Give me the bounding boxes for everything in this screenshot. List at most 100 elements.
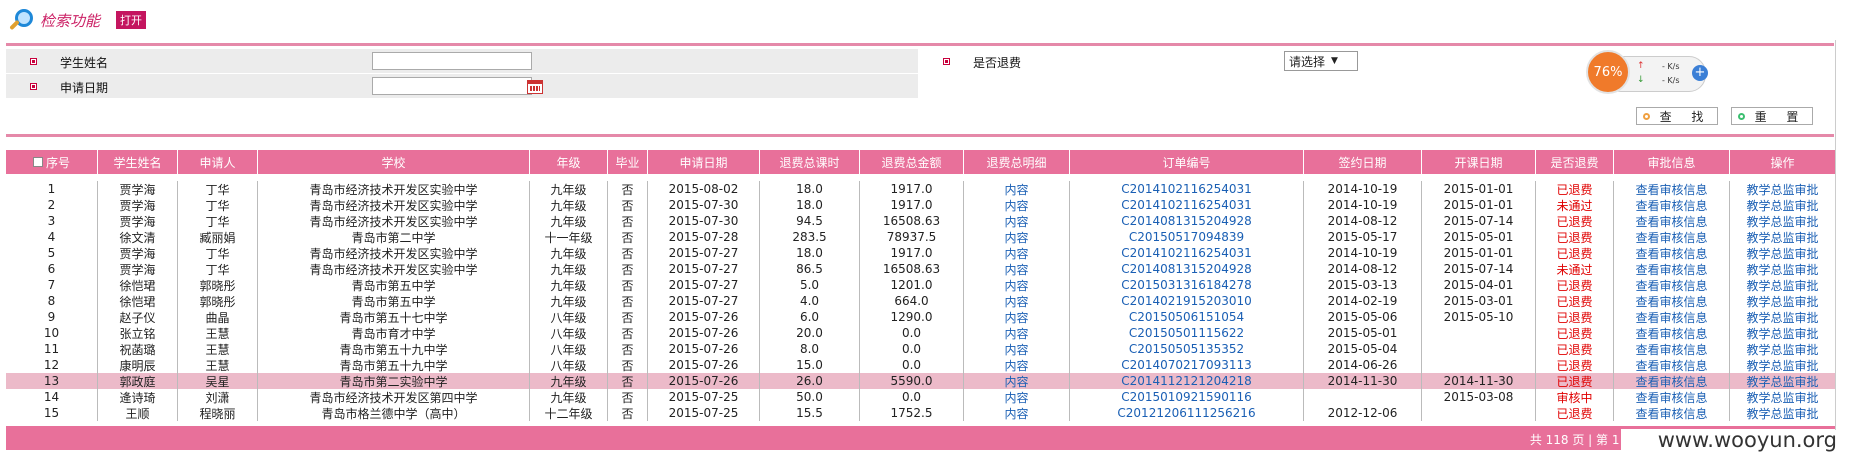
cell-approval-info[interactable]: 查看审核信息: [1614, 341, 1730, 357]
col-header-index[interactable]: 序号: [6, 150, 98, 174]
cell-refund-detail[interactable]: 内容: [964, 341, 1070, 357]
cell-approval-info[interactable]: 查看审核信息: [1614, 181, 1730, 197]
cell-action[interactable]: 教学总监审批: [1730, 197, 1835, 213]
cell-refund-detail[interactable]: 内容: [964, 309, 1070, 325]
cell-order-number[interactable]: C2014112121204218: [1070, 373, 1304, 389]
table-row[interactable]: 4 徐文清 臧丽娟 青岛市第二中学 十一年级否 2015-07-28 283.5 78937.…: [6, 229, 1835, 245]
cell-refund-detail[interactable]: 内容: [964, 373, 1070, 389]
cell-approval-info[interactable]: 查看审核信息: [1614, 197, 1730, 213]
table-row[interactable]: 10 张立铭 王慧 青岛市育才中学 八年级否 2015-07-26 20.0 0.0 内容 C20…: [6, 325, 1835, 341]
table-row[interactable]: 2 贾学海 丁华 青岛市经济技术开发区实验中学 九年级否 2015-07-30 18.0 19…: [6, 197, 1835, 213]
table-row[interactable]: 8 徐恺珺 郭晓彤 青岛市第五中学 九年级否 2015-07-27 4.0 664.0 内容 C2…: [6, 293, 1835, 309]
cell-action[interactable]: 教学总监审批: [1730, 373, 1835, 389]
cell-refund-detail[interactable]: 内容: [964, 181, 1070, 197]
cell-refund-detail[interactable]: 内容: [964, 293, 1070, 309]
cell-action[interactable]: 教学总监审批: [1730, 341, 1835, 357]
refund-select[interactable]: 请选择 ▼: [1284, 51, 1358, 71]
cell-order-number[interactable]: C201501092159011​6: [1070, 389, 1304, 405]
toggle-open-button[interactable]: 打开: [116, 11, 147, 29]
cell-action[interactable]: 教学总监审批: [1730, 309, 1835, 325]
cell-approval-info[interactable]: 查看审核信息: [1614, 245, 1730, 261]
cell-approval-info[interactable]: 查看审核信息: [1614, 357, 1730, 373]
cell-index: 12: [6, 357, 98, 373]
cell-order-number[interactable]: C20150505135352: [1070, 341, 1304, 357]
cell-action[interactable]: 教学总监审批: [1730, 245, 1835, 261]
cell-applicant: 郭晓彤: [178, 293, 258, 309]
cell-order-number[interactable]: C20121206111256216: [1070, 405, 1304, 421]
cell-action[interactable]: 教学总监审批: [1730, 293, 1835, 309]
table-row[interactable]: 5 贾学海 丁华 青岛市经济技术开发区实验中学 九年级否 2015-07-27 18.0 19…: [6, 245, 1835, 261]
cell-refund-detail[interactable]: 内容: [964, 325, 1070, 341]
cell-approval-info[interactable]: 查看审核信息: [1614, 389, 1730, 405]
cell-action[interactable]: 教学总监审批: [1730, 405, 1835, 421]
cell-action[interactable]: 教学总监审批: [1730, 277, 1835, 293]
network-speed-widget[interactable]: 76% ↑ - K/s ↓ - K/s +: [1586, 50, 1712, 94]
cell-approval-info[interactable]: 查看审核信息: [1614, 373, 1730, 389]
right-border: [1835, 40, 1836, 430]
cell-action[interactable]: 教学总监审批: [1730, 261, 1835, 277]
cell-order-number[interactable]: C2014070217093113: [1070, 357, 1304, 373]
cell-order-number[interactable]: C2014102116254031: [1070, 181, 1304, 197]
cell-order-number[interactable]: C2014081315204928: [1070, 213, 1304, 229]
cell-approval-info[interactable]: 查看审核信息: [1614, 293, 1730, 309]
table-header: 序号 学生姓名 申请人 学校 年级 毕业 申请日期 退费总课时 退费总金额 退费总明细 订单编号 签约…: [6, 150, 1835, 174]
cell-start-date: [1422, 405, 1536, 421]
table-row[interactable]: 1 贾学海 丁华 青岛市经济技术开发区实验中学 九年级否 2015-08-02 18.0 19…: [6, 181, 1835, 197]
col-header-label: 退费总课时: [779, 155, 840, 170]
cell-refund-detail[interactable]: 内容: [964, 261, 1070, 277]
table-row[interactable]: 15 王顺 程晓丽 青岛市格兰德中学（高中） 十二年级否 2015-07-25 15.5 17…: [6, 405, 1835, 421]
cell-index: 10: [6, 325, 98, 341]
cell-action[interactable]: 教学总监审批: [1730, 181, 1835, 197]
cell-order-number[interactable]: C20150506151054: [1070, 309, 1304, 325]
cell-action[interactable]: 教学总监审批: [1730, 229, 1835, 245]
cell-approval-info[interactable]: 查看审核信息: [1614, 261, 1730, 277]
cell-order-number[interactable]: C2014102116254031: [1070, 245, 1304, 261]
cell-student-name: 贾学海: [98, 197, 178, 213]
table-row[interactable]: 7 徐恺珺 郭晓彤 青岛市第五中学 九年级否 2015-07-27 5.0 1201.0 内容 C…: [6, 277, 1835, 293]
cell-action[interactable]: 教学总监审批: [1730, 325, 1835, 341]
calendar-icon[interactable]: [527, 80, 543, 94]
cell-approval-info[interactable]: 查看审核信息: [1614, 213, 1730, 229]
table-row[interactable]: 11 祝菡璐 王慧 青岛市第五十九中学 八年级否 2015-07-26 8.0 0.0 内容 C2…: [6, 341, 1835, 357]
cell-refund-detail[interactable]: 内容: [964, 277, 1070, 293]
cell-order-number[interactable]: C2015031316184278: [1070, 277, 1304, 293]
cell-approval-info[interactable]: 查看审核信息: [1614, 229, 1730, 245]
cell-applicant: 刘潇: [178, 389, 258, 405]
cell-refund-detail[interactable]: 内容: [964, 213, 1070, 229]
apply-date-input[interactable]: [372, 77, 532, 95]
cell-action[interactable]: 教学总监审批: [1730, 213, 1835, 229]
cell-order-number[interactable]: C2014081315204928: [1070, 261, 1304, 277]
cell-sign-date: 2015-05-17: [1304, 229, 1422, 245]
cell-approval-info[interactable]: 查看审核信息: [1614, 309, 1730, 325]
table-row[interactable]: 9 赵子仪 曲晶 青岛市第五十七中学 八年级否 2015-07-26 6.0 1290.0 内容…: [6, 309, 1835, 325]
cell-refund-detail[interactable]: 内容: [964, 245, 1070, 261]
search-button[interactable]: 查 找: [1636, 107, 1718, 125]
table-row[interactable]: 13 郭政庭 吴星 青岛市第二实验中学 九年级否 2015-07-26 26.0 5590.0…: [6, 373, 1835, 389]
cell-refund-detail[interactable]: 内容: [964, 229, 1070, 245]
cell-action[interactable]: 教学总监审批: [1730, 389, 1835, 405]
cell-approval-info[interactable]: 查看审核信息: [1614, 325, 1730, 341]
cell-start-date: 2015-04-01: [1422, 277, 1536, 293]
table-row[interactable]: 3 贾学海 丁华 青岛市经济技术开发区实验中学 九年级否 2015-07-30 94.5 16…: [6, 213, 1835, 229]
cell-order-number[interactable]: C20150517094839: [1070, 229, 1304, 245]
cell-approval-info[interactable]: 查看审核信息: [1614, 277, 1730, 293]
bullet-icon: [943, 58, 950, 65]
table-row[interactable]: 14 逄诗琦 刘潇 青岛市经济技术开发区第四中学 九年级否 2015-07-25 50.0 0…: [6, 389, 1835, 405]
plus-icon[interactable]: +: [1692, 65, 1708, 81]
cell-action[interactable]: 教学总监审批: [1730, 357, 1835, 373]
cell-refund-detail[interactable]: 内容: [964, 389, 1070, 405]
cell-order-number[interactable]: C2014021915203010: [1070, 293, 1304, 309]
select-all-checkbox[interactable]: [32, 157, 43, 167]
cell-sign-date: 2014-11-30: [1304, 373, 1422, 389]
cell-approval-info[interactable]: 查看审核信息: [1614, 405, 1730, 421]
cell-order-number[interactable]: C2014102116254031: [1070, 197, 1304, 213]
table-row[interactable]: 6 贾学海 丁华 青岛市经济技术开发区实验中学 九年级否 2015-07-27 86.5 16…: [6, 261, 1835, 277]
cell-order-number[interactable]: C20150501115622: [1070, 325, 1304, 341]
cell-refund-detail[interactable]: 内容: [964, 405, 1070, 421]
table-row[interactable]: 12 康明辰 王慧 青岛市第五十九中学 八年级否 2015-07-26 15.0 0.0 内容 C…: [6, 357, 1835, 373]
cell-refund-detail[interactable]: 内容: [964, 197, 1070, 213]
cell-student-name: 贾学海: [98, 261, 178, 277]
student-name-input[interactable]: [372, 52, 532, 70]
reset-button[interactable]: 重 置: [1731, 107, 1813, 125]
cell-refund-detail[interactable]: 内容: [964, 357, 1070, 373]
